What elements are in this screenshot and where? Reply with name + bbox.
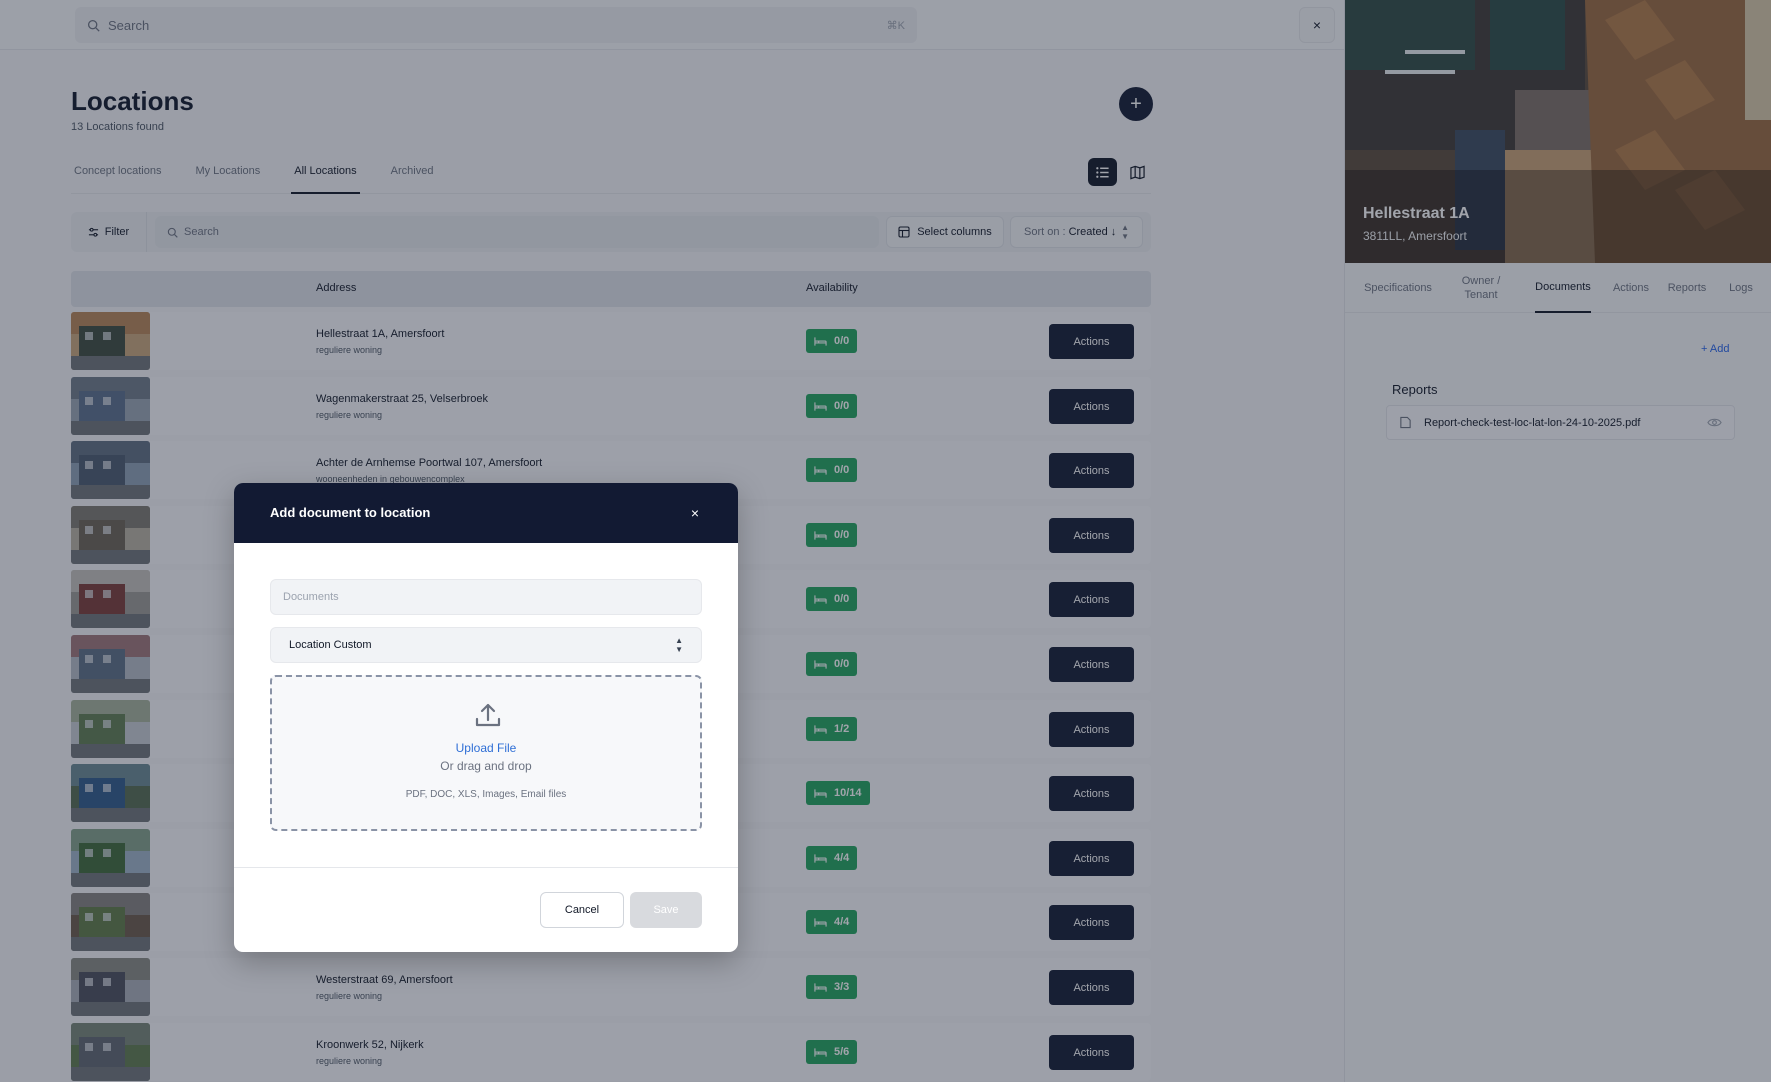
upload-icon <box>475 703 501 727</box>
drag-drop-hint: Or drag and drop <box>440 759 532 773</box>
modal-divider <box>234 867 738 868</box>
upload-file-link[interactable]: Upload File <box>272 741 700 755</box>
document-category-value: Location Custom <box>289 639 372 651</box>
modal-title: Add document to location <box>270 505 431 520</box>
cancel-button[interactable]: Cancel <box>540 892 624 928</box>
modal-header: Add document to location × <box>234 483 738 543</box>
file-dropzone[interactable]: Upload File Or drag and drop PDF, DOC, X… <box>270 675 702 831</box>
save-button[interactable]: Save <box>630 892 702 928</box>
select-chevron-icon: ▲ ▼ <box>675 636 683 654</box>
close-icon[interactable]: × <box>685 503 705 523</box>
add-document-modal: Add document to location × Location Cust… <box>234 483 738 952</box>
accepted-file-types: PDF, DOC, XLS, Images, Email files <box>405 789 567 800</box>
documents-input[interactable] <box>270 579 702 615</box>
document-category-select[interactable]: Location Custom ▲ ▼ <box>270 627 702 663</box>
